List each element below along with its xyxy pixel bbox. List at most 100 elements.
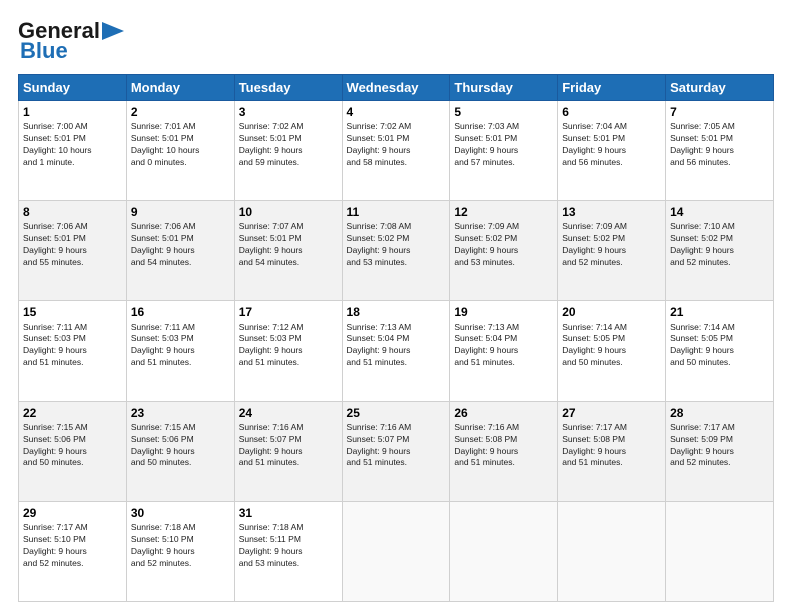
day-number: 31 xyxy=(239,505,338,521)
day-number: 17 xyxy=(239,304,338,320)
calendar-cell: 13Sunrise: 7:09 AMSunset: 5:02 PMDayligh… xyxy=(558,201,666,301)
calendar-cell: 11Sunrise: 7:08 AMSunset: 5:02 PMDayligh… xyxy=(342,201,450,301)
calendar-cell: 5Sunrise: 7:03 AMSunset: 5:01 PMDaylight… xyxy=(450,101,558,201)
day-info: Sunrise: 7:10 AMSunset: 5:02 PMDaylight:… xyxy=(670,221,769,269)
day-info: Sunrise: 7:18 AMSunset: 5:11 PMDaylight:… xyxy=(239,522,338,570)
day-number: 3 xyxy=(239,104,338,120)
calendar-week-row: 8Sunrise: 7:06 AMSunset: 5:01 PMDaylight… xyxy=(19,201,774,301)
calendar-week-row: 22Sunrise: 7:15 AMSunset: 5:06 PMDayligh… xyxy=(19,401,774,501)
weekday-header: Thursday xyxy=(450,75,558,101)
day-number: 8 xyxy=(23,204,122,220)
calendar-cell xyxy=(342,501,450,601)
day-info: Sunrise: 7:02 AMSunset: 5:01 PMDaylight:… xyxy=(347,121,446,169)
day-info: Sunrise: 7:09 AMSunset: 5:02 PMDaylight:… xyxy=(454,221,553,269)
calendar-week-row: 29Sunrise: 7:17 AMSunset: 5:10 PMDayligh… xyxy=(19,501,774,601)
logo: General Blue xyxy=(18,18,124,64)
day-info: Sunrise: 7:15 AMSunset: 5:06 PMDaylight:… xyxy=(23,422,122,470)
day-info: Sunrise: 7:14 AMSunset: 5:05 PMDaylight:… xyxy=(562,322,661,370)
day-info: Sunrise: 7:15 AMSunset: 5:06 PMDaylight:… xyxy=(131,422,230,470)
day-number: 15 xyxy=(23,304,122,320)
day-number: 9 xyxy=(131,204,230,220)
calendar-cell: 30Sunrise: 7:18 AMSunset: 5:10 PMDayligh… xyxy=(126,501,234,601)
calendar-cell: 23Sunrise: 7:15 AMSunset: 5:06 PMDayligh… xyxy=(126,401,234,501)
day-info: Sunrise: 7:17 AMSunset: 5:08 PMDaylight:… xyxy=(562,422,661,470)
calendar-cell: 9Sunrise: 7:06 AMSunset: 5:01 PMDaylight… xyxy=(126,201,234,301)
day-info: Sunrise: 7:16 AMSunset: 5:08 PMDaylight:… xyxy=(454,422,553,470)
calendar-week-row: 1Sunrise: 7:00 AMSunset: 5:01 PMDaylight… xyxy=(19,101,774,201)
day-info: Sunrise: 7:13 AMSunset: 5:04 PMDaylight:… xyxy=(347,322,446,370)
day-info: Sunrise: 7:08 AMSunset: 5:02 PMDaylight:… xyxy=(347,221,446,269)
day-number: 11 xyxy=(347,204,446,220)
calendar-cell: 1Sunrise: 7:00 AMSunset: 5:01 PMDaylight… xyxy=(19,101,127,201)
day-number: 27 xyxy=(562,405,661,421)
calendar-cell: 29Sunrise: 7:17 AMSunset: 5:10 PMDayligh… xyxy=(19,501,127,601)
calendar-cell xyxy=(666,501,774,601)
day-info: Sunrise: 7:06 AMSunset: 5:01 PMDaylight:… xyxy=(23,221,122,269)
day-number: 18 xyxy=(347,304,446,320)
day-info: Sunrise: 7:16 AMSunset: 5:07 PMDaylight:… xyxy=(347,422,446,470)
day-number: 13 xyxy=(562,204,661,220)
calendar-cell: 3Sunrise: 7:02 AMSunset: 5:01 PMDaylight… xyxy=(234,101,342,201)
calendar-cell: 24Sunrise: 7:16 AMSunset: 5:07 PMDayligh… xyxy=(234,401,342,501)
day-number: 14 xyxy=(670,204,769,220)
header: General Blue xyxy=(18,18,774,64)
day-number: 29 xyxy=(23,505,122,521)
calendar-cell: 28Sunrise: 7:17 AMSunset: 5:09 PMDayligh… xyxy=(666,401,774,501)
calendar-cell: 18 Sunrise: 7:13 AMSunset: 5:04 PMDayligh… xyxy=(342,301,450,401)
calendar-cell: 6Sunrise: 7:04 AMSunset: 5:01 PMDaylight… xyxy=(558,101,666,201)
logo-arrow-icon xyxy=(102,22,124,40)
day-info: Sunrise: 7:09 AMSunset: 5:02 PMDaylight:… xyxy=(562,221,661,269)
day-number: 7 xyxy=(670,104,769,120)
calendar-cell: 31Sunrise: 7:18 AMSunset: 5:11 PMDayligh… xyxy=(234,501,342,601)
calendar-cell: 7Sunrise: 7:05 AMSunset: 5:01 PMDaylight… xyxy=(666,101,774,201)
day-number: 28 xyxy=(670,405,769,421)
day-number: 16 xyxy=(131,304,230,320)
calendar-cell: 15 Sunrise: 7:11 AMSunset: 5:03 PMDayligh… xyxy=(19,301,127,401)
day-number: 22 xyxy=(23,405,122,421)
weekday-header: Monday xyxy=(126,75,234,101)
day-number: 25 xyxy=(347,405,446,421)
calendar-cell: 22Sunrise: 7:15 AMSunset: 5:06 PMDayligh… xyxy=(19,401,127,501)
day-info: Sunrise: 7:17 AMSunset: 5:10 PMDaylight:… xyxy=(23,522,122,570)
day-number: 19 xyxy=(454,304,553,320)
calendar-cell: 21Sunrise: 7:14 AMSunset: 5:05 PMDayligh… xyxy=(666,301,774,401)
main-container: General Blue SundayMondayTuesdayWednesda… xyxy=(0,0,792,612)
calendar-week-row: 15 Sunrise: 7:11 AMSunset: 5:03 PMDayligh… xyxy=(19,301,774,401)
day-info: Sunrise: 7:11 AMSunset: 5:03 PMDaylight:… xyxy=(23,322,122,370)
day-number: 5 xyxy=(454,104,553,120)
day-info: Sunrise: 7:04 AMSunset: 5:01 PMDaylight:… xyxy=(562,121,661,169)
calendar-cell: 19 Sunrise: 7:13 AMSunset: 5:04 PMDayligh… xyxy=(450,301,558,401)
calendar-cell: 20 Sunrise: 7:14 AMSunset: 5:05 PMDayligh… xyxy=(558,301,666,401)
calendar-cell xyxy=(558,501,666,601)
day-info: Sunrise: 7:02 AMSunset: 5:01 PMDaylight:… xyxy=(239,121,338,169)
calendar-cell: 10Sunrise: 7:07 AMSunset: 5:01 PMDayligh… xyxy=(234,201,342,301)
day-info: Sunrise: 7:05 AMSunset: 5:01 PMDaylight:… xyxy=(670,121,769,169)
day-number: 26 xyxy=(454,405,553,421)
day-info: Sunrise: 7:01 AMSunset: 5:01 PMDaylight:… xyxy=(131,121,230,169)
day-info: Sunrise: 7:12 AMSunset: 5:03 PMDaylight:… xyxy=(239,322,338,370)
calendar-cell xyxy=(450,501,558,601)
day-number: 24 xyxy=(239,405,338,421)
day-number: 2 xyxy=(131,104,230,120)
calendar-cell: 16 Sunrise: 7:11 AMSunset: 5:03 PMDayligh… xyxy=(126,301,234,401)
day-info: Sunrise: 7:11 AMSunset: 5:03 PMDaylight:… xyxy=(131,322,230,370)
weekday-header: Sunday xyxy=(19,75,127,101)
weekday-header: Friday xyxy=(558,75,666,101)
day-number: 6 xyxy=(562,104,661,120)
calendar-cell: 8Sunrise: 7:06 AMSunset: 5:01 PMDaylight… xyxy=(19,201,127,301)
weekday-header: Wednesday xyxy=(342,75,450,101)
logo-blue: Blue xyxy=(18,38,68,64)
day-info: Sunrise: 7:00 AMSunset: 5:01 PMDaylight:… xyxy=(23,121,122,169)
calendar-cell: 4Sunrise: 7:02 AMSunset: 5:01 PMDaylight… xyxy=(342,101,450,201)
calendar-cell: 14Sunrise: 7:10 AMSunset: 5:02 PMDayligh… xyxy=(666,201,774,301)
day-info: Sunrise: 7:14 AMSunset: 5:05 PMDaylight:… xyxy=(670,322,769,370)
weekday-header: Tuesday xyxy=(234,75,342,101)
day-number: 1 xyxy=(23,104,122,120)
calendar-cell: 2Sunrise: 7:01 AMSunset: 5:01 PMDaylight… xyxy=(126,101,234,201)
calendar-cell: 25Sunrise: 7:16 AMSunset: 5:07 PMDayligh… xyxy=(342,401,450,501)
day-info: Sunrise: 7:07 AMSunset: 5:01 PMDaylight:… xyxy=(239,221,338,269)
weekday-header: Saturday xyxy=(666,75,774,101)
day-number: 20 xyxy=(562,304,661,320)
calendar-table: SundayMondayTuesdayWednesdayThursdayFrid… xyxy=(18,74,774,602)
day-info: Sunrise: 7:13 AMSunset: 5:04 PMDaylight:… xyxy=(454,322,553,370)
